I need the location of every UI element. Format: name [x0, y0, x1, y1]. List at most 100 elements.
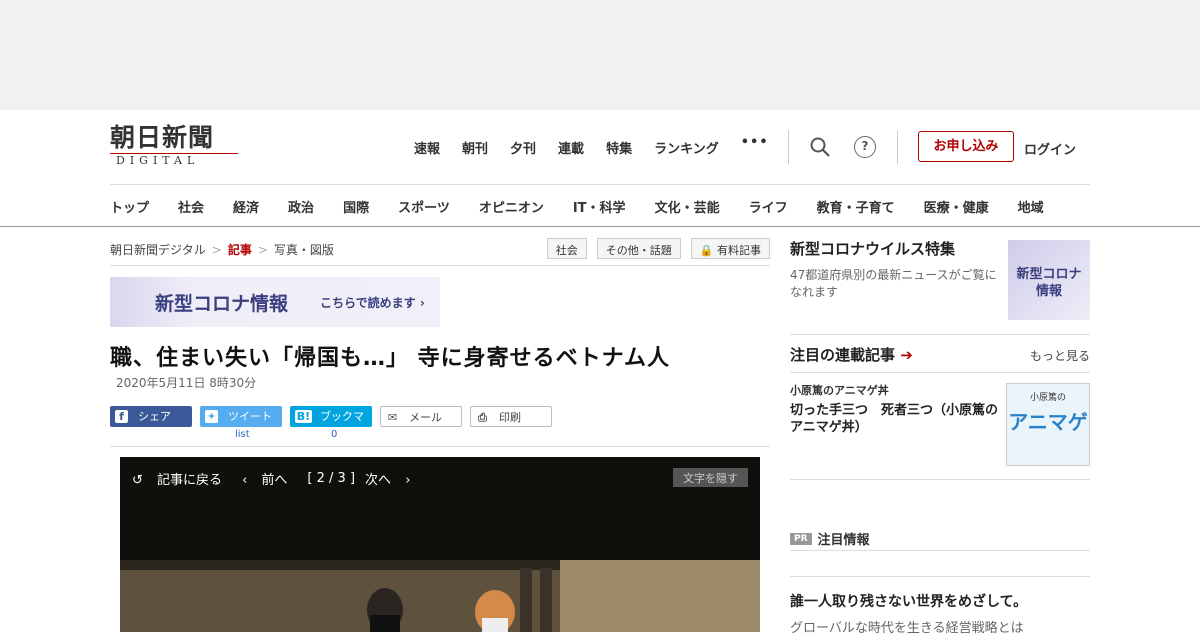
breadcrumb-home[interactable]: 朝日新聞デジタル	[110, 243, 206, 257]
article-headline: 職、住まい失い「帰国も…」 寺に身寄せるベトナム人	[110, 346, 671, 371]
category-region[interactable]: 地域	[1018, 197, 1044, 216]
facebook-share-button[interactable]: f シェア	[110, 406, 192, 427]
back-to-article-link[interactable]: ↺ 記事に戻る	[132, 469, 232, 488]
prev-photo-link[interactable]: ‹ 前へ	[242, 469, 297, 488]
promo-subtitle: グローバルな時代を生きる経営戦略とは	[790, 621, 1024, 636]
series-header: 注目の連載記事 ➔ もっと見る	[790, 344, 1090, 365]
category-it-science[interactable]: IT・科学	[573, 197, 626, 216]
topnav-item-rensai[interactable]: 連載	[558, 138, 584, 157]
category-opinion[interactable]: オピニオン	[479, 197, 544, 216]
print-button[interactable]: ⎙ 印刷	[470, 406, 552, 427]
series-more-link[interactable]: もっと見る	[1030, 347, 1090, 364]
tag-misc[interactable]: その他・話題	[596, 238, 681, 259]
site-logo[interactable]: 朝日新聞 DIGITAL	[110, 124, 240, 167]
chevron-left-icon: ‹	[242, 473, 248, 488]
photo-page-indicator: [ 2 / 3 ]	[307, 471, 356, 486]
pr-label: 注目情報	[817, 533, 870, 548]
divider	[788, 130, 789, 164]
category-sports[interactable]: スポーツ	[398, 197, 450, 216]
thumb-big-text: アニマゲ	[1008, 410, 1088, 434]
twitter-icon: ✦	[205, 410, 218, 423]
category-top[interactable]: トップ	[110, 197, 149, 216]
breadcrumb-current: 写真・図版	[273, 243, 334, 257]
corona-thumbnail[interactable]: 新型コロナ 情報	[1008, 240, 1090, 320]
search-icon[interactable]	[809, 136, 831, 158]
main-column: 朝日新聞デジタル > 記事 > 写真・図版 社会 その他・話題 🔒 有料記事 新型コロナ…	[110, 228, 770, 632]
logo-jp: 朝日新聞	[110, 123, 215, 152]
series-item-thumbnail[interactable]: 小原篤の アニマゲ	[1006, 383, 1090, 466]
mail-icon: ✉	[387, 411, 398, 424]
ad-banner-area	[0, 0, 1200, 110]
breadcrumb-separator: >	[257, 243, 268, 257]
corona-banner-link: こちらで読めます ›	[320, 296, 425, 310]
arrow-right-icon: ➔	[900, 346, 913, 364]
divider	[790, 479, 1090, 480]
corona-special-desc: 47都道府県別の最新ニュースがご覧になれます	[790, 268, 997, 299]
category-life[interactable]: ライフ	[749, 197, 788, 216]
tag-society[interactable]: 社会	[546, 238, 587, 259]
topnav-item-yuukan[interactable]: 夕刊	[510, 138, 536, 157]
twitter-share-button[interactable]: ✦ ツイート	[200, 406, 282, 427]
topnav-item-ranking[interactable]: ランキング	[654, 138, 719, 157]
promo-item[interactable]: 誰一人取り残さない世界をめざして。 グローバルな時代を生きる経営戦略とは	[790, 591, 1027, 636]
category-international[interactable]: 国際	[343, 197, 369, 216]
corona-banner[interactable]: 新型コロナ情報 こちらで読めます ›	[110, 277, 440, 327]
promo-title[interactable]: 誰一人取り残さない世界をめざして。	[790, 591, 1027, 611]
chevron-right-icon: ›	[419, 296, 425, 310]
hatena-count[interactable]: 0	[331, 429, 337, 440]
divider	[110, 446, 770, 447]
hatena-bookmark-button[interactable]: B! ブックマーク	[290, 406, 372, 444]
article-date: 2020年5月11日 8時30分	[116, 376, 257, 390]
divider	[790, 372, 1090, 373]
article-photo[interactable]	[120, 560, 760, 632]
corona-thumb-line1: 新型コロナ	[1016, 267, 1082, 282]
more-menu-icon[interactable]: •••	[741, 135, 769, 157]
top-nav: 速報 朝刊 夕刊 連載 特集 ランキング •••	[414, 135, 791, 157]
facebook-icon: f	[115, 410, 128, 423]
site-header: 朝日新聞 DIGITAL 速報 朝刊 夕刊 連載 特集 ランキング ••• ? …	[110, 110, 1090, 185]
share-bar: f シェア ✦ ツイート B! ブックマーク ✉ メール ⎙ 印刷	[110, 406, 552, 444]
hatena-icon: B!	[295, 410, 312, 423]
category-society[interactable]: 社会	[178, 197, 204, 216]
photo-viewer: ↺ 記事に戻る ‹ 前へ [ 2 / 3 ] 次へ › 文字を隠す	[120, 457, 760, 632]
undo-arrow-icon: ↺	[132, 473, 143, 488]
print-icon: ⎙	[478, 411, 487, 424]
pr-badge: PR	[790, 532, 812, 545]
series-title[interactable]: 注目の連載記事 ➔	[790, 346, 913, 364]
help-icon[interactable]: ?	[854, 136, 876, 158]
breadcrumb: 朝日新聞デジタル > 記事 > 写真・図版 社会 その他・話題 🔒 有料記事	[110, 228, 770, 266]
thumb-label: 小原篤の	[1029, 393, 1066, 403]
next-photo-link[interactable]: 次へ ›	[365, 469, 420, 488]
topnav-item-choukan[interactable]: 朝刊	[462, 138, 488, 157]
category-economy[interactable]: 経済	[233, 197, 259, 216]
chevron-right-icon: ›	[405, 473, 411, 488]
category-education[interactable]: 教育・子育て	[817, 197, 895, 216]
lock-icon: 🔒	[699, 244, 714, 257]
sidebar: 新型コロナウイルス特集 47都道府県別の最新ニュースがご覧になれます 新型コロナ…	[790, 238, 1090, 636]
mail-button[interactable]: ✉ メール	[380, 406, 462, 427]
corona-thumb-line2: 情報	[1035, 284, 1062, 299]
pr-header: PR 注目情報	[790, 529, 870, 548]
tag-paid-label: 有料記事	[717, 244, 761, 257]
breadcrumb-section[interactable]: 記事	[228, 243, 252, 257]
hide-caption-button[interactable]: 文字を隠す	[673, 468, 748, 487]
corona-banner-title: 新型コロナ情報	[155, 293, 289, 315]
series-item[interactable]: 小原篤のアニマゲ丼 切った手三つ 死者三つ（小原篤のアニマゲ丼） 小原篤の アニ…	[790, 382, 1090, 466]
category-nav: トップ 社会 経済 政治 国際 スポーツ オピニオン IT・科学 文化・芸能 ラ…	[0, 185, 1200, 227]
tag-paid[interactable]: 🔒 有料記事	[690, 238, 770, 259]
divider	[897, 130, 898, 164]
login-link[interactable]: ログイン	[1024, 139, 1076, 158]
twitter-count-link[interactable]: list	[235, 429, 250, 440]
divider	[790, 576, 1090, 577]
topnav-item-tokushu[interactable]: 特集	[606, 138, 632, 157]
logo-en: DIGITAL	[110, 153, 238, 167]
series-item-title[interactable]: 切った手三つ 死者三つ（小原篤のアニマゲ丼）	[790, 402, 1000, 436]
category-culture[interactable]: 文化・芸能	[655, 197, 720, 216]
category-medical[interactable]: 医療・健康	[924, 197, 989, 216]
divider	[790, 550, 1090, 551]
topnav-item-sokuhou[interactable]: 速報	[414, 138, 440, 157]
subscribe-button[interactable]: お申し込み	[918, 131, 1014, 162]
breadcrumb-separator: >	[211, 243, 222, 257]
category-politics[interactable]: 政治	[288, 197, 314, 216]
divider	[790, 334, 1090, 335]
